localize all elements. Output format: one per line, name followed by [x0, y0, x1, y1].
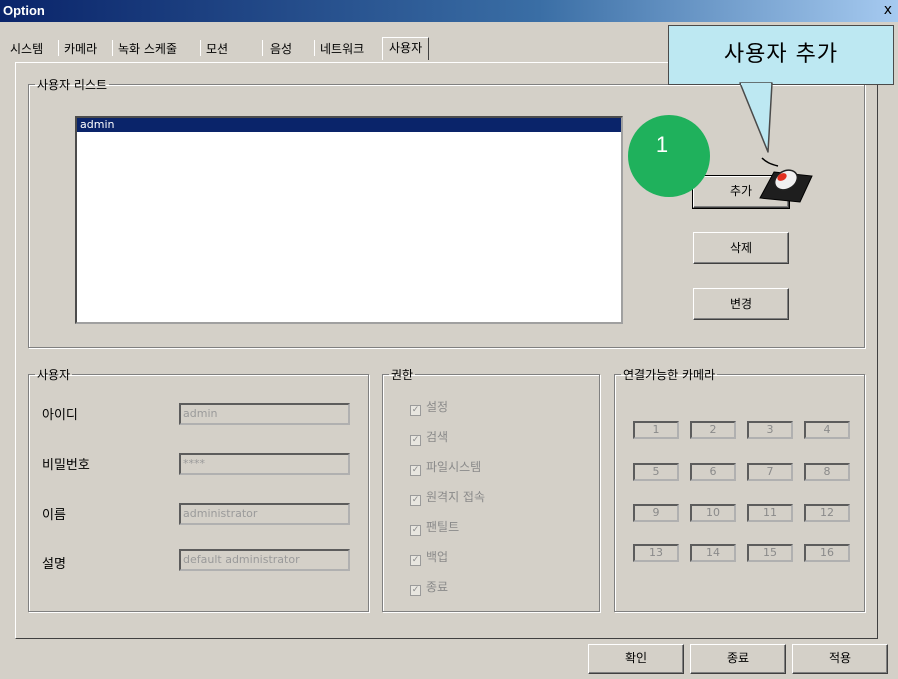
list-item[interactable]: admin — [77, 118, 621, 132]
camera-8-toggle[interactable]: 8 — [804, 463, 850, 481]
tab-camera[interactable]: 카메라 — [64, 40, 97, 57]
tab-user[interactable]: 사용자 — [382, 37, 430, 60]
description-label: 설명 — [42, 557, 66, 572]
id-label: 아이디 — [42, 408, 78, 423]
name-label: 이름 — [42, 508, 66, 523]
perm-pantilt[interactable]: ✓ 팬틸트 — [410, 518, 459, 536]
camera-4-toggle[interactable]: 4 — [804, 421, 850, 439]
camera-9-toggle[interactable]: 9 — [633, 504, 679, 522]
apply-button[interactable]: 적용 — [792, 644, 888, 674]
camera-7-toggle[interactable]: 7 — [747, 463, 793, 481]
perm-remote-access[interactable]: ✓ 원격지 접속 — [410, 488, 485, 506]
name-field[interactable]: administrator — [179, 503, 350, 525]
checkbox-icon[interactable]: ✓ — [410, 525, 421, 536]
tab-network[interactable]: 네트워크 — [320, 40, 364, 57]
camera-6-toggle[interactable]: 6 — [690, 463, 736, 481]
checkbox-icon[interactable]: ✓ — [410, 405, 421, 416]
id-field[interactable]: admin — [179, 403, 350, 425]
cameras-group: 연결가능한 카메라 — [614, 366, 865, 612]
description-field[interactable]: default administrator — [179, 549, 350, 571]
close-icon[interactable]: x — [884, 2, 892, 18]
camera-13-toggle[interactable]: 13 — [633, 544, 679, 562]
title-bar: Option — [0, 0, 898, 22]
camera-10-toggle[interactable]: 10 — [690, 504, 736, 522]
camera-5-toggle[interactable]: 5 — [633, 463, 679, 481]
tab-system[interactable]: 시스템 — [10, 40, 43, 57]
camera-15-toggle[interactable]: 15 — [747, 544, 793, 562]
checkbox-icon[interactable]: ✓ — [410, 555, 421, 566]
cameras-legend: 연결가능한 카메라 — [623, 368, 716, 382]
tab-motion[interactable]: 모션 — [206, 40, 228, 57]
camera-14-toggle[interactable]: 14 — [690, 544, 736, 562]
camera-12-toggle[interactable]: 12 — [804, 504, 850, 522]
tab-audio[interactable]: 음성 — [270, 40, 292, 57]
permissions-legend: 권한 — [391, 368, 414, 382]
perm-filesystem[interactable]: ✓ 파일시스템 — [410, 458, 481, 476]
password-label: 비밀번호 — [42, 458, 90, 473]
window-title: Option — [3, 3, 45, 18]
step-number-badge: 1 — [628, 115, 710, 197]
checkbox-icon[interactable]: ✓ — [410, 495, 421, 506]
user-list-legend: 사용자 리스트 — [37, 78, 108, 92]
callout-box: 사용자 추가 — [668, 25, 894, 85]
camera-11-toggle[interactable]: 11 — [747, 504, 793, 522]
password-field[interactable]: **** — [179, 453, 350, 475]
user-info-legend: 사용자 — [37, 368, 71, 382]
ok-button[interactable]: 확인 — [588, 644, 684, 674]
change-user-button[interactable]: 변경 — [693, 288, 789, 320]
tab-record-schedule[interactable]: 녹화 스케줄 — [118, 40, 177, 57]
user-listbox[interactable]: admin — [75, 116, 623, 324]
exit-button[interactable]: 종료 — [690, 644, 786, 674]
camera-3-toggle[interactable]: 3 — [747, 421, 793, 439]
checkbox-icon[interactable]: ✓ — [410, 435, 421, 446]
delete-user-button[interactable]: 삭제 — [693, 232, 789, 264]
perm-backup[interactable]: ✓ 백업 — [410, 548, 448, 566]
camera-1-toggle[interactable]: 1 — [633, 421, 679, 439]
mouse-cursor-icon — [759, 157, 813, 203]
perm-settings[interactable]: ✓ 설정 — [410, 398, 448, 416]
camera-2-toggle[interactable]: 2 — [690, 421, 736, 439]
checkbox-icon[interactable]: ✓ — [410, 585, 421, 596]
perm-search[interactable]: ✓ 검색 — [410, 428, 448, 446]
checkbox-icon[interactable]: ✓ — [410, 465, 421, 476]
camera-16-toggle[interactable]: 16 — [804, 544, 850, 562]
perm-exit[interactable]: ✓ 종료 — [410, 578, 448, 596]
